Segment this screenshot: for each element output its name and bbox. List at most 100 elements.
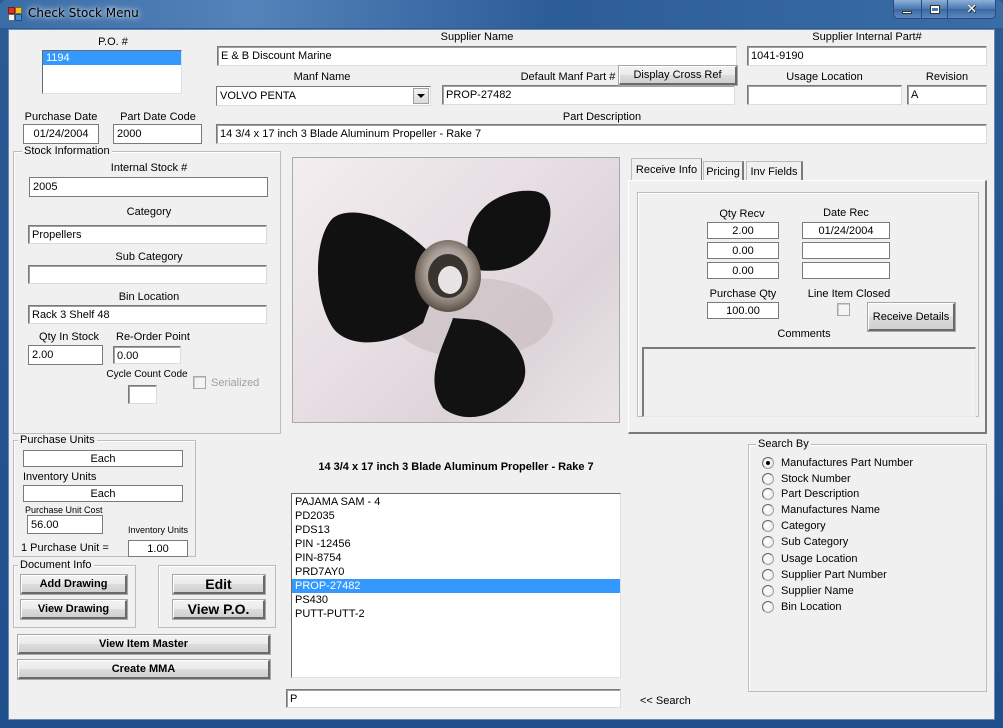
radio-unchecked-icon[interactable] xyxy=(762,584,774,597)
category-label: Category xyxy=(126,206,172,218)
reorder-point-field[interactable]: 0.00 xyxy=(113,346,181,364)
po-listbox[interactable]: 1194 xyxy=(42,50,182,94)
manf-name-combobox[interactable]: VOLVO PENTA xyxy=(216,86,431,106)
cycle-count-code-field[interactable] xyxy=(128,385,157,404)
inventory-units-field[interactable]: Each xyxy=(23,485,183,502)
purchase-units-field[interactable]: Each xyxy=(23,450,183,467)
radio-unchecked-icon[interactable] xyxy=(762,487,774,500)
parts-list-item[interactable]: PRD7AY0 xyxy=(292,565,620,579)
view-po-button[interactable]: View P.O. xyxy=(172,599,266,620)
part-date-code-field[interactable]: 2000 xyxy=(113,124,202,144)
category-field[interactable]: Propellers xyxy=(28,225,267,244)
search-by-option-label: Manufactures Part Number xyxy=(781,456,914,469)
radio-unchecked-icon[interactable] xyxy=(762,568,774,581)
parts-list-item[interactable]: PUTT-PUTT-2 xyxy=(292,607,620,621)
parts-list-item[interactable]: PAJAMA SAM - 4 xyxy=(292,495,620,509)
date-rec-field-3[interactable] xyxy=(802,262,890,279)
internal-stock-field[interactable]: 2005 xyxy=(29,177,268,197)
chevron-down-icon xyxy=(417,94,425,98)
purchase-qty-label: Purchase Qty xyxy=(709,288,777,300)
qty-recv-field-1[interactable]: 2.00 xyxy=(707,222,779,239)
maximize-icon xyxy=(929,4,940,14)
parts-list-item[interactable]: PD2035 xyxy=(292,509,620,523)
search-by-option[interactable]: Category xyxy=(762,518,826,533)
search-by-option[interactable]: Sub Category xyxy=(762,534,848,549)
comments-label: Comments xyxy=(777,328,831,340)
supplier-internal-part-label: Supplier Internal Part# xyxy=(812,31,922,43)
search-by-option[interactable]: Supplier Name xyxy=(762,583,854,598)
bin-location-field[interactable]: Rack 3 Shelf 48 xyxy=(28,305,267,324)
sub-category-field[interactable] xyxy=(28,265,267,284)
revision-field[interactable]: A xyxy=(907,85,987,105)
maximize-button[interactable] xyxy=(921,0,949,18)
manf-name-label: Manf Name xyxy=(293,71,351,83)
search-by-option-label: Manufactures Name xyxy=(781,503,881,516)
radio-unchecked-icon[interactable] xyxy=(762,535,774,548)
search-by-option-label: Category xyxy=(781,519,826,532)
search-by-option-label: Usage Location xyxy=(781,552,858,565)
parts-list-item[interactable]: PROP-27482 xyxy=(292,579,620,593)
default-manf-part-field[interactable]: PROP-27482 xyxy=(442,85,735,105)
qty-recv-field-3[interactable]: 0.00 xyxy=(707,262,779,279)
comments-field[interactable] xyxy=(642,347,976,417)
reorder-point-label: Re-Order Point xyxy=(116,331,190,343)
purchase-qty-field[interactable]: 100.00 xyxy=(707,302,779,319)
parts-list-item[interactable]: PIN-8754 xyxy=(292,551,620,565)
line-item-closed-checkbox[interactable] xyxy=(837,303,850,316)
radio-unchecked-icon[interactable] xyxy=(762,552,774,565)
search-by-option[interactable]: Bin Location xyxy=(762,599,842,614)
view-item-master-button[interactable]: View Item Master xyxy=(17,634,271,655)
minimize-button[interactable] xyxy=(894,0,922,18)
search-by-option[interactable]: Manufactures Part Number xyxy=(762,455,913,470)
supplier-name-field[interactable]: E & B Discount Marine xyxy=(217,46,737,66)
serialized-checkbox[interactable] xyxy=(193,376,206,389)
radio-unchecked-icon[interactable] xyxy=(762,472,774,485)
cycle-count-code-label: Cycle Count Code xyxy=(106,369,188,380)
parts-list-item[interactable]: PIN -12456 xyxy=(292,537,620,551)
date-rec-field-2[interactable] xyxy=(802,242,890,259)
manf-name-dropdown-button[interactable] xyxy=(413,88,429,104)
bin-location-label: Bin Location xyxy=(118,291,180,303)
close-button[interactable]: ✕ xyxy=(948,0,995,18)
tab-pricing[interactable]: Pricing xyxy=(703,161,744,181)
inventory-units-small-label: Inventory Units xyxy=(128,525,189,535)
search-input[interactable]: P xyxy=(286,689,621,708)
search-by-option[interactable]: Usage Location xyxy=(762,551,857,566)
part-description-field[interactable]: 14 3/4 x 17 inch 3 Blade Aluminum Propel… xyxy=(216,124,987,144)
radio-unchecked-icon[interactable] xyxy=(762,503,774,516)
display-cross-ref-button[interactable]: Display Cross Ref xyxy=(618,65,738,86)
close-icon: ✕ xyxy=(966,1,978,17)
app-icon[interactable] xyxy=(8,7,22,21)
search-by-option[interactable]: Part Description xyxy=(762,486,859,501)
parts-list-item[interactable]: PS430 xyxy=(292,593,620,607)
search-by-option[interactable]: Supplier Part Number xyxy=(762,567,887,582)
propeller-image xyxy=(318,190,553,418)
search-by-option-label: Stock Number xyxy=(781,472,851,485)
qty-in-stock-label: Qty In Stock xyxy=(39,331,99,343)
purchase-unit-cost-field[interactable]: 56.00 xyxy=(27,515,103,534)
usage-location-field[interactable] xyxy=(747,85,902,105)
parts-list-item[interactable]: PDS13 xyxy=(292,523,620,537)
po-list-item[interactable]: 1194 xyxy=(43,51,181,65)
purchase-date-field[interactable]: 01/24/2004 xyxy=(23,124,99,144)
receive-details-button[interactable]: Receive Details xyxy=(867,302,956,332)
search-label[interactable]: << Search xyxy=(640,695,691,707)
add-drawing-button[interactable]: Add Drawing xyxy=(20,574,128,595)
search-by-option[interactable]: Manufactures Name xyxy=(762,502,880,517)
parts-listbox[interactable]: PAJAMA SAM - 4 PD2035 PDS13 PIN -12456 PIN-8… xyxy=(291,493,621,678)
title-bar[interactable]: Check Stock Menu ✕ xyxy=(0,0,1003,28)
create-mma-button[interactable]: Create MMA xyxy=(17,659,271,680)
edit-button[interactable]: Edit xyxy=(172,574,266,595)
radio-checked-icon[interactable] xyxy=(762,456,774,469)
supplier-internal-part-field[interactable]: 1041-9190 xyxy=(747,46,987,66)
tab-receive-info[interactable]: Receive Info xyxy=(631,158,702,180)
date-rec-field-1[interactable]: 01/24/2004 xyxy=(802,222,890,239)
conversion-field[interactable]: 1.00 xyxy=(128,540,188,557)
qty-in-stock-field[interactable]: 2.00 xyxy=(28,345,103,365)
view-drawing-button[interactable]: View Drawing xyxy=(20,599,128,620)
search-by-option[interactable]: Stock Number xyxy=(762,471,851,486)
radio-unchecked-icon[interactable] xyxy=(762,519,774,532)
tab-inv-fields[interactable]: Inv Fields xyxy=(746,161,803,181)
radio-unchecked-icon[interactable] xyxy=(762,600,774,613)
qty-recv-field-2[interactable]: 0.00 xyxy=(707,242,779,259)
